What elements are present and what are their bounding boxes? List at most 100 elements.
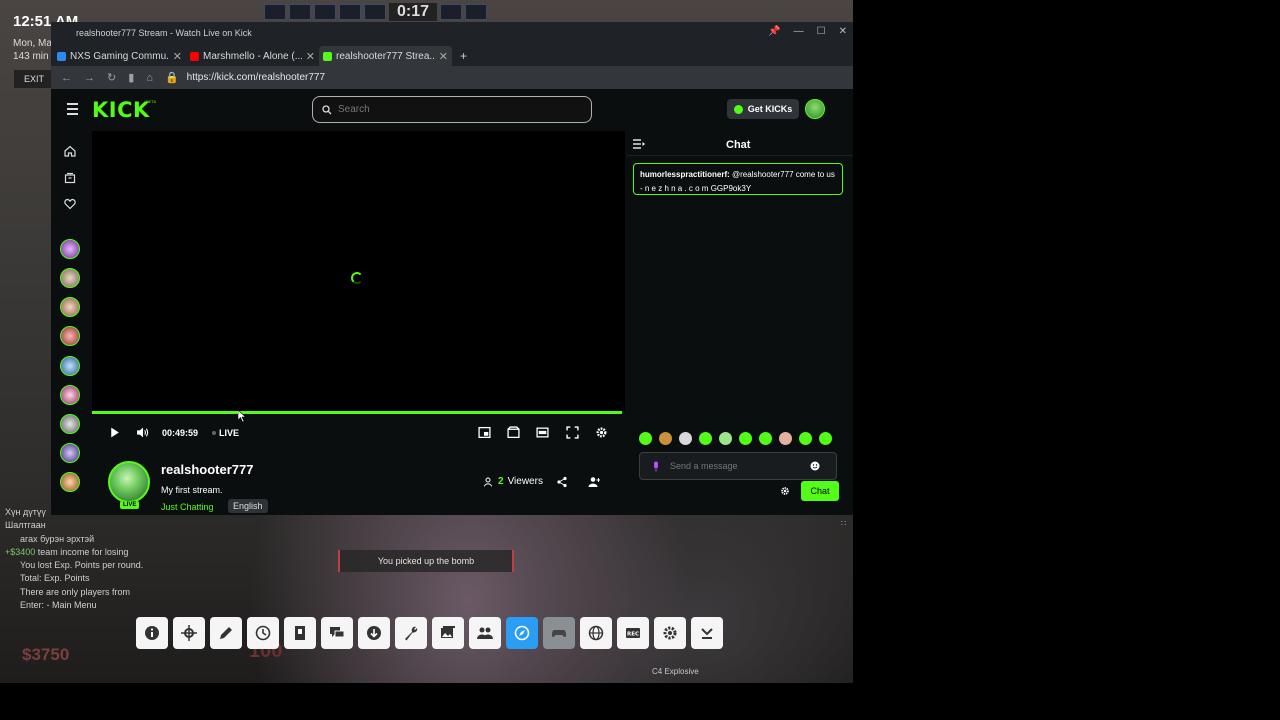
emote-icon[interactable] [779, 432, 792, 445]
settings-icon[interactable] [595, 426, 608, 439]
kick-favicon-icon [323, 51, 332, 61]
reload-icon[interactable]: ↻ [107, 71, 116, 84]
playback-time: 00:49:59 [162, 428, 199, 438]
menu-icon[interactable] [67, 103, 78, 118]
weapon-label: C4 Explosive [652, 667, 699, 676]
back-icon[interactable]: ← [61, 72, 72, 84]
followed-channel-avatar[interactable] [60, 326, 80, 346]
collapse-chat-icon[interactable] [633, 139, 645, 149]
info-button[interactable] [136, 617, 168, 649]
video-player[interactable] [92, 131, 625, 411]
share-icon[interactable] [556, 476, 568, 488]
new-tab-button[interactable]: + [452, 49, 475, 66]
kick-page: KICK BETA Get KICKs [51, 89, 853, 515]
gallery-button[interactable] [432, 617, 464, 649]
emote-icon[interactable] [679, 432, 692, 445]
wrench-icon [405, 626, 418, 641]
download-button[interactable] [358, 617, 390, 649]
tab-nxs-gaming[interactable]: NXS Gaming Commu... ✕ [53, 46, 186, 66]
settings-button[interactable] [654, 617, 686, 649]
url-field[interactable]: https://kick.com/realshooter777 [187, 72, 325, 83]
followed-channel-avatar[interactable] [60, 356, 80, 376]
emote-icon[interactable] [739, 432, 752, 445]
clip-icon[interactable] [507, 426, 520, 439]
theater-mode-icon[interactable] [536, 426, 549, 439]
play-icon[interactable] [108, 426, 121, 439]
emote-icon[interactable] [719, 432, 732, 445]
chat-message-input[interactable] [670, 461, 800, 471]
followed-channel-avatar[interactable] [60, 443, 80, 463]
home-icon[interactable] [64, 145, 76, 157]
collapse-toolbar-button[interactable] [691, 617, 723, 649]
browse-icon[interactable] [64, 172, 76, 184]
emote-icon[interactable] [659, 432, 672, 445]
followed-channel-avatar[interactable] [60, 297, 80, 317]
fullscreen-icon[interactable] [566, 426, 579, 439]
search-box[interactable] [312, 96, 592, 123]
chat-button[interactable] [321, 617, 353, 649]
globe-button[interactable] [580, 617, 612, 649]
crosshair-button[interactable] [173, 617, 205, 649]
volume-icon[interactable] [136, 426, 149, 439]
date: Mon, Ma 143 min [13, 37, 52, 63]
draw-button[interactable] [210, 617, 242, 649]
close-tab-icon[interactable]: ✕ [173, 50, 182, 63]
forward-icon[interactable]: → [84, 72, 95, 84]
followed-channel-avatar[interactable] [60, 268, 80, 288]
channel-name[interactable]: realshooter777 [161, 462, 254, 477]
bookmark-icon[interactable]: ▮ [128, 71, 134, 84]
tab-kick-stream[interactable]: realshooter777 Strea... ✕ [319, 46, 452, 66]
get-kicks-button[interactable]: Get KICKs [727, 99, 799, 119]
friends-button[interactable] [469, 617, 501, 649]
microphone-icon[interactable] [652, 461, 660, 472]
tab-bar: NXS Gaming Commu... ✕ Marshmello - Alone… [51, 44, 853, 66]
follow-user-icon[interactable] [588, 476, 600, 488]
user-avatar[interactable] [805, 99, 825, 119]
followed-channel-avatar[interactable] [60, 239, 80, 259]
emoji-icon[interactable] [810, 461, 820, 471]
resize-grip-icon[interactable]: ∷ [841, 519, 846, 528]
live-indicator[interactable]: LIVE [212, 428, 239, 438]
viewer-count: 2 Viewers [484, 476, 543, 487]
category-link[interactable]: Just Chatting [161, 502, 214, 512]
controller-button[interactable] [543, 617, 575, 649]
picture-in-picture-icon[interactable] [478, 426, 491, 439]
timer-button[interactable] [247, 617, 279, 649]
followed-channel-avatar[interactable] [60, 385, 80, 405]
chat-username[interactable]: humorlesspractitionerf: [640, 170, 730, 179]
search-input[interactable] [338, 104, 538, 115]
close-icon[interactable]: ✕ [839, 26, 847, 37]
browser-button[interactable] [506, 617, 538, 649]
minimize-icon[interactable]: — [794, 26, 804, 37]
chat-settings-icon[interactable] [780, 486, 790, 496]
emote-icon[interactable] [799, 432, 812, 445]
close-tab-icon[interactable]: ✕ [439, 50, 448, 63]
kick-logo[interactable]: KICK [92, 98, 150, 122]
date-line: Mon, Ma [13, 38, 52, 49]
followed-channel-avatar[interactable] [60, 414, 80, 434]
playback-progress-bar[interactable] [92, 411, 622, 414]
channel-avatar[interactable] [108, 461, 150, 503]
tools-button[interactable] [395, 617, 427, 649]
pin-icon[interactable]: 📌 [768, 26, 780, 37]
emote-icon[interactable] [819, 432, 832, 445]
emote-icon[interactable] [759, 432, 772, 445]
heart-icon[interactable] [64, 198, 76, 210]
chevron-down-icon [701, 628, 713, 639]
viewers-label: Viewers [507, 476, 543, 487]
close-tab-icon[interactable]: ✕ [306, 50, 315, 63]
emote-icon[interactable] [699, 432, 712, 445]
send-chat-button[interactable]: Chat [801, 481, 839, 501]
record-button[interactable]: REC [617, 617, 649, 649]
emote-icon[interactable] [639, 432, 652, 445]
chat-input-box[interactable] [639, 452, 837, 480]
restore-icon[interactable]: ☐ [817, 26, 826, 37]
beta-badge: BETA [146, 99, 157, 104]
followed-channel-avatar[interactable] [60, 472, 80, 492]
tab-marshmello[interactable]: Marshmello - Alone (... ✕ [186, 46, 319, 66]
exit-button[interactable]: EXIT [14, 70, 54, 88]
home-icon[interactable]: ⌂ [146, 72, 153, 84]
live-badge: LIVE [120, 501, 140, 509]
language-tag[interactable]: English [228, 499, 268, 513]
notes-button[interactable] [284, 617, 316, 649]
